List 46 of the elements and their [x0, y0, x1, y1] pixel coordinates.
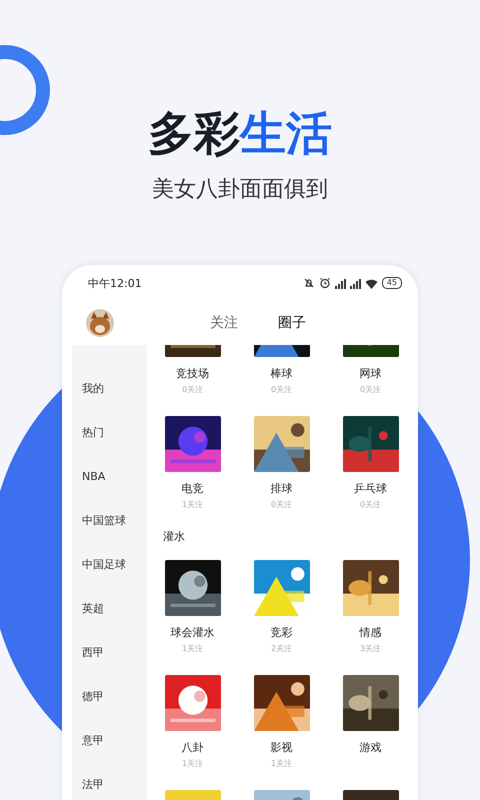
signal-icon — [334, 278, 346, 288]
headline-text: 生活 — [240, 106, 332, 160]
wifi-icon — [364, 278, 378, 288]
tile-name[interactable]: 电竞 — [182, 481, 204, 497]
status-time: 中午12:01 — [88, 276, 142, 290]
tile-name[interactable]: 排球 — [270, 481, 292, 497]
headline-text: 多彩 — [148, 106, 240, 160]
sidebar-item[interactable]: 法甲 — [72, 763, 147, 800]
sidebar-item[interactable]: 英超 — [72, 587, 147, 631]
sidebar-item[interactable]: NBA — [72, 455, 147, 499]
tile-name[interactable]: 竞技场 — [176, 366, 209, 382]
follower-count: 1关注 — [182, 643, 204, 655]
follower-count: 0关注 — [360, 499, 382, 511]
follower-count: 2关注 — [270, 643, 292, 655]
follower-count: 0关注 — [360, 384, 382, 396]
follower-count: 1关注 — [270, 758, 292, 770]
tile-name[interactable]: 情感 — [360, 625, 382, 641]
tile-name[interactable]: 网球 — [360, 366, 382, 382]
signal-icon — [350, 278, 361, 288]
follower-count: 0关注 — [270, 384, 292, 396]
tile-name[interactable]: 乒乓球 — [354, 481, 387, 497]
tab[interactable]: 圈子 — [278, 314, 306, 332]
mute-icon — [302, 277, 315, 289]
battery-icon: 45 — [382, 277, 402, 289]
tile-name[interactable]: 球会灌水 — [170, 625, 214, 641]
tile-name[interactable]: 影视 — [270, 740, 292, 756]
tile-name[interactable]: 棒球 — [270, 366, 292, 382]
alarm-icon — [318, 277, 331, 289]
tab[interactable]: 关注 — [210, 314, 238, 332]
sidebar-item[interactable]: 中国篮球 — [72, 499, 147, 543]
follower-count: 1关注 — [182, 499, 204, 511]
follower-count: 3关注 — [360, 643, 382, 655]
sidebar-item[interactable]: 德甲 — [72, 675, 147, 719]
section-title: 灌水 — [163, 529, 186, 545]
sidebar-item[interactable]: 我的 — [72, 367, 147, 411]
follower-count: 1关注 — [182, 758, 204, 770]
sidebar-item[interactable]: 西甲 — [72, 631, 147, 675]
sidebar-item[interactable]: 意甲 — [72, 719, 147, 763]
tile-name[interactable]: 竞彩 — [270, 625, 292, 641]
sidebar-item[interactable]: 热门 — [72, 411, 147, 455]
follower-count: 0关注 — [182, 384, 204, 396]
follower-count: 0关注 — [270, 499, 292, 511]
tagline: 美女八卦面面俱到 — [151, 176, 329, 204]
tile-name[interactable]: 八卦 — [182, 740, 204, 756]
tile-name[interactable]: 游戏 — [360, 740, 382, 756]
sidebar-item[interactable]: 中国足球 — [72, 543, 147, 587]
